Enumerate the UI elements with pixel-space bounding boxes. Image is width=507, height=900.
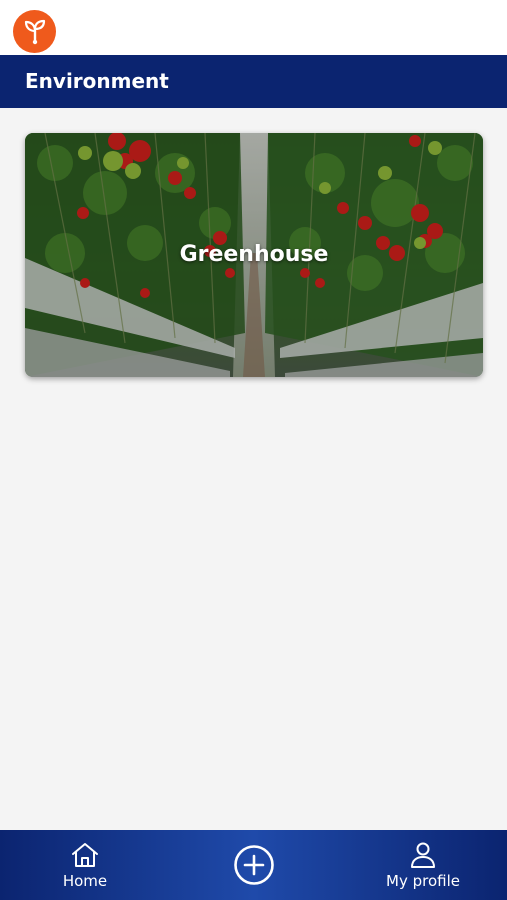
nav-my-profile[interactable]: My profile [372,830,474,900]
nav-add-button[interactable] [224,830,284,900]
page-header: Environment [0,55,507,108]
bottom-navigation: Home My profile [0,830,507,900]
top-bar [0,0,507,55]
add-circle-icon [234,845,274,885]
nav-my-profile-label: My profile [386,871,460,890]
environment-card-greenhouse[interactable]: Greenhouse [25,133,483,377]
environment-card-label: Greenhouse [179,242,329,267]
sprout-icon[interactable] [13,10,56,53]
user-icon [411,842,435,868]
nav-home-label: Home [62,871,108,890]
page-title: Environment [25,69,169,93]
home-icon [72,842,98,867]
nav-home[interactable]: Home [45,830,125,900]
